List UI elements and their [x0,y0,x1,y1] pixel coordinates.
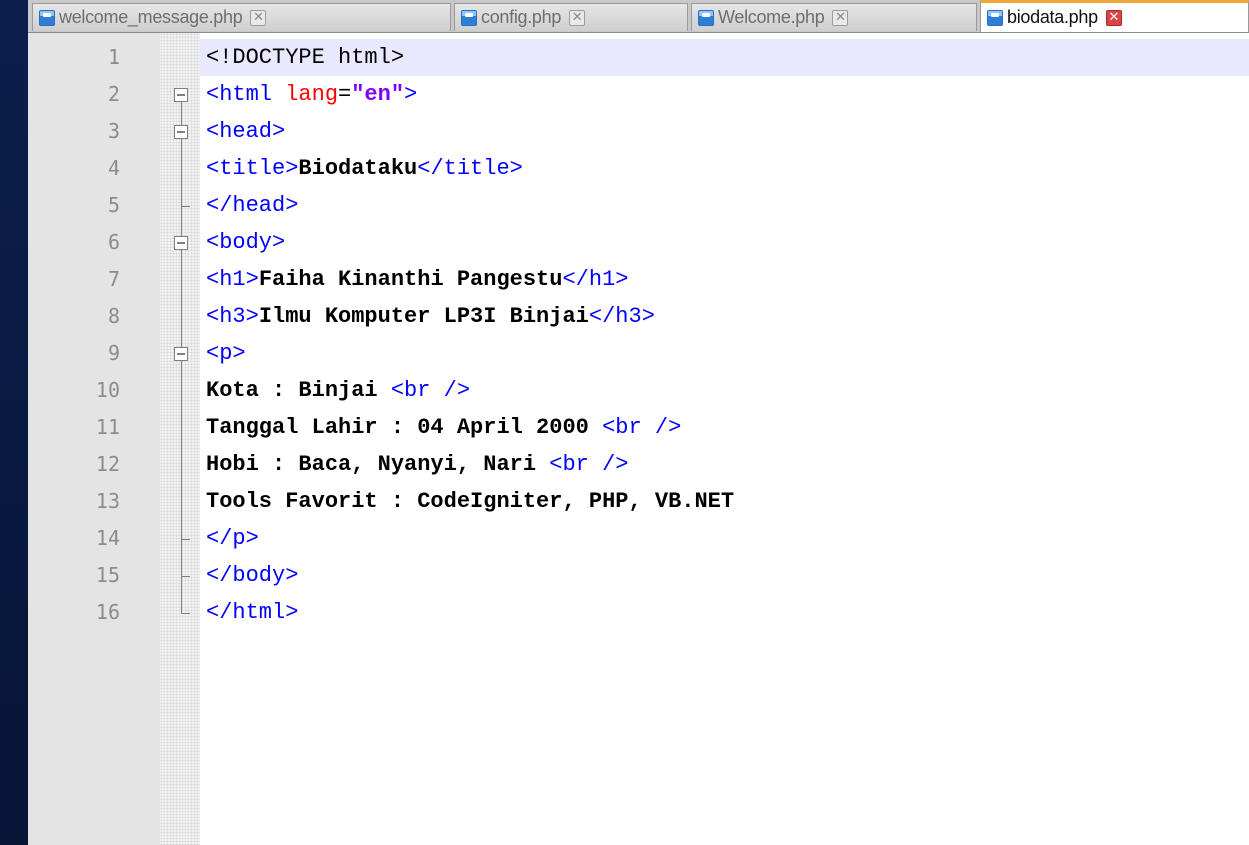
file-saved-icon [461,9,477,26]
code-line[interactable]: 7 <h1>Faiha Kinanthi Pangestu</h1> [28,261,1249,298]
fold-collapse-icon[interactable] [174,124,188,139]
code-line[interactable]: 6 <body> [28,224,1249,261]
code-line[interactable]: 3 <head> [28,113,1249,150]
code-text: </head> [206,193,299,218]
line-number: 8 [107,304,120,328]
code-text: <html lang="en"> [206,82,418,107]
fold-end-tick [181,612,190,614]
line-number: 16 [95,600,120,624]
close-tab-icon[interactable]: ✕ [569,9,586,26]
close-tab-icon[interactable]: ✕ [250,9,267,26]
code-editor[interactable]: 1 <!DOCTYPE html> 2 <html lang="en"> 3 <head>… [28,33,1249,845]
code-text: <head> [206,119,286,144]
fold-collapse-icon[interactable] [174,235,188,250]
code-text: <!DOCTYPE html> [206,45,405,70]
line-number: 2 [107,82,120,106]
code-text: </html> [206,600,299,625]
code-text: <h1>Faiha Kinanthi Pangestu</h1> [206,267,629,292]
file-saved-icon [39,9,55,26]
tab-welcome[interactable]: Welcome.php ✕ [691,3,977,31]
line-number: 15 [95,563,120,587]
fold-collapse-icon[interactable] [174,87,188,102]
code-line[interactable]: 15 </body> [28,557,1249,594]
code-text: <title>Biodataku</title> [206,156,523,181]
code-line[interactable]: 12 Hobi : Baca, Nyanyi, Nari <br /> [28,446,1249,483]
close-tab-icon[interactable]: ✕ [832,9,849,26]
fold-end-tick [181,538,190,540]
line-number: 4 [107,156,120,180]
code-line[interactable]: 9 <p> [28,335,1249,372]
code-text: Hobi : Baca, Nyanyi, Nari <br /> [206,452,629,477]
code-text: Tools Favorit : CodeIgniter, PHP, VB.NET [206,489,735,514]
code-line[interactable]: 2 <html lang="en"> [28,76,1249,113]
editor-window: welcome_message.php ✕ config.php ✕ Welco… [0,0,1249,845]
line-number: 1 [107,45,120,69]
code-line[interactable]: 4 <title>Biodataku</title> [28,150,1249,187]
tab-label: biodata.php [1007,7,1098,27]
code-text: Tanggal Lahir : 04 April 2000 <br /> [206,415,682,440]
tab-label: config.php [481,7,562,27]
fold-collapse-icon[interactable] [174,346,188,361]
tab-welcome-message[interactable]: welcome_message.php ✕ [32,3,451,31]
line-number: 12 [95,452,120,476]
tab-label: Welcome.php [718,7,825,27]
line-number: 14 [95,526,120,550]
file-saved-icon [987,9,1003,26]
code-line[interactable]: 1 <!DOCTYPE html> [28,39,1249,76]
code-line[interactable]: 13 Tools Favorit : CodeIgniter, PHP, VB.N… [28,483,1249,520]
code-text: <h3>Ilmu Komputer LP3I Binjai</h3> [206,304,655,329]
code-text: </p> [206,526,259,551]
code-line[interactable]: 8 <h3>Ilmu Komputer LP3I Binjai</h3> [28,298,1249,335]
fold-end-tick [181,575,190,577]
line-number: 13 [95,489,120,513]
code-line[interactable]: 16 </html> [28,594,1249,631]
code-text: </body> [206,563,299,588]
code-text: Kota : Binjai <br /> [206,378,471,403]
tab-biodata[interactable]: biodata.php ✕ [980,0,1249,32]
line-number: 10 [95,378,120,402]
line-number: 7 [107,267,120,291]
code-line[interactable]: 11 Tanggal Lahir : 04 April 2000 <br /> [28,409,1249,446]
tab-label: welcome_message.php [59,7,243,27]
line-number: 5 [107,193,120,217]
tab-config[interactable]: config.php ✕ [454,3,688,31]
close-tab-icon[interactable]: ✕ [1105,9,1122,26]
line-number: 11 [95,415,120,439]
code-text: <p> [206,341,246,366]
code-line[interactable]: 14 </p> [28,520,1249,557]
file-saved-icon [698,9,714,26]
code-text: <body> [206,230,286,255]
code-line[interactable]: 10 Kota : Binjai <br /> [28,372,1249,409]
line-number: 6 [107,230,120,254]
fold-end-tick [181,205,190,207]
tab-bar: welcome_message.php ✕ config.php ✕ Welco… [28,0,1249,33]
line-number: 3 [107,119,120,143]
line-number: 9 [107,341,120,365]
code-line[interactable]: 5 </head> [28,187,1249,224]
